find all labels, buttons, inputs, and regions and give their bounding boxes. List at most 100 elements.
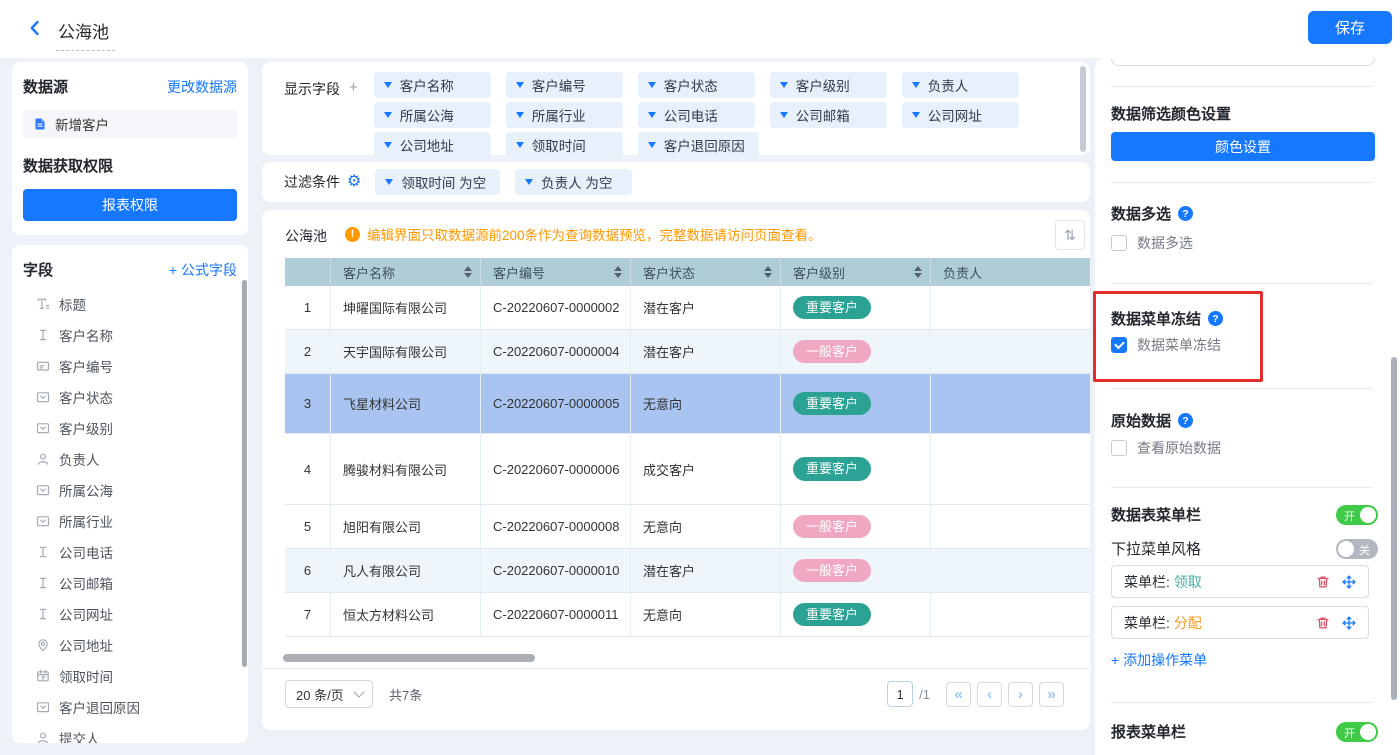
- filter-condition-chip[interactable]: 负责人 为空: [515, 169, 632, 195]
- column-header[interactable]: 客户编号: [481, 258, 631, 286]
- display-field-chip[interactable]: 客户退回原因: [638, 132, 759, 158]
- action-menu-item[interactable]: 菜单栏: 领取: [1111, 565, 1369, 598]
- sort-arrows-icon[interactable]: [464, 266, 472, 278]
- table-row[interactable]: 3飞星材料公司C-20220607-0000005无意向重要客户: [285, 374, 1090, 434]
- field-item[interactable]: 标题: [23, 288, 237, 319]
- field-item[interactable]: 客户状态: [23, 381, 237, 412]
- cell-customer-name: 恒太方材料公司: [331, 593, 481, 636]
- help-icon[interactable]: [1178, 413, 1193, 428]
- trash-icon[interactable]: [1316, 616, 1330, 630]
- datasource-item[interactable]: 新增客户: [23, 110, 237, 138]
- display-field-chip[interactable]: 公司网址: [902, 102, 1019, 128]
- display-field-chip[interactable]: 所属行业: [506, 102, 623, 128]
- add-action-menu-link[interactable]: + 添加操作菜单: [1111, 650, 1207, 670]
- table-row[interactable]: 6凡人有限公司C-20220607-0000010潜在客户一般客户: [285, 549, 1090, 593]
- move-icon[interactable]: [1342, 575, 1356, 589]
- middle-scrollbar[interactable]: [1080, 66, 1086, 152]
- last-page-button[interactable]: »: [1039, 682, 1064, 707]
- field-item[interactable]: 客户级别: [23, 412, 237, 443]
- prev-page-button[interactable]: ‹: [977, 682, 1002, 707]
- field-item[interactable]: 客户退回原因: [23, 691, 237, 722]
- sort-arrows-icon[interactable]: [614, 266, 622, 278]
- change-datasource-link[interactable]: 更改数据源: [167, 77, 237, 97]
- display-field-chip[interactable]: 公司邮箱: [770, 102, 887, 128]
- checkbox-checked[interactable]: [1111, 337, 1127, 353]
- next-page-icon: ›: [1018, 686, 1023, 703]
- help-icon[interactable]: [1178, 206, 1193, 221]
- display-field-chip[interactable]: 公司地址: [374, 132, 491, 158]
- add-formula-field-link[interactable]: + 公式字段: [169, 260, 237, 280]
- filter-condition-chip[interactable]: 领取时间 为空: [375, 169, 500, 195]
- fields-scrollbar[interactable]: [242, 280, 247, 667]
- field-item[interactable]: 所属行业: [23, 505, 237, 536]
- color-setting-button[interactable]: 颜色设置: [1111, 132, 1375, 161]
- sort-arrows-icon[interactable]: [764, 266, 772, 278]
- sort-arrows-icon[interactable]: [914, 266, 922, 278]
- gear-icon[interactable]: ⚙: [347, 174, 361, 190]
- display-field-chip[interactable]: 负责人: [902, 72, 1019, 98]
- field-item[interactable]: 公司地址: [23, 629, 237, 660]
- table-row[interactable]: 7恒太方材料公司C-20220607-0000011无意向重要客户: [285, 593, 1090, 637]
- checkbox-unchecked[interactable]: [1111, 235, 1127, 251]
- field-item[interactable]: 提交人: [23, 722, 237, 743]
- display-field-chip[interactable]: 客户状态: [638, 72, 755, 98]
- current-page-input[interactable]: 1: [887, 681, 913, 707]
- field-item[interactable]: 所属公海: [23, 474, 237, 505]
- first-page-icon: «: [954, 686, 962, 703]
- display-field-chip[interactable]: 领取时间: [506, 132, 623, 158]
- page-scrollbar[interactable]: [1391, 357, 1397, 700]
- display-field-chip[interactable]: 客户级别: [770, 72, 887, 98]
- add-display-field-button[interactable]: +: [349, 79, 358, 145]
- table-horizontal-scrollbar[interactable]: [283, 654, 535, 662]
- menu-freeze-checkbox-row[interactable]: 数据菜单冻结: [1111, 335, 1221, 355]
- field-label: 客户级别: [59, 418, 113, 438]
- dropdown-style-row: 下拉菜单风格 关: [1111, 538, 1378, 559]
- column-header[interactable]: 客户名称: [331, 258, 481, 286]
- table-row[interactable]: 2天宇国际有限公司C-20220607-0000004潜在客户一般客户: [285, 330, 1090, 374]
- table-row[interactable]: 1坤曜国际有限公司C-20220607-0000002潜在客户重要客户: [285, 286, 1090, 330]
- trash-icon[interactable]: [1316, 575, 1330, 589]
- move-icon[interactable]: [1342, 616, 1356, 630]
- field-item[interactable]: 公司邮箱: [23, 567, 237, 598]
- back-icon[interactable]: [26, 19, 44, 37]
- column-header[interactable]: 负责人: [931, 258, 1090, 286]
- cell-customer-code: C-20220607-0000006: [481, 434, 631, 504]
- display-field-chip[interactable]: 公司电话: [638, 102, 755, 128]
- field-item[interactable]: 领取时间: [23, 660, 237, 691]
- chip-label: 公司地址: [400, 135, 454, 155]
- table-row[interactable]: 5旭阳有限公司C-20220607-0000008无意向一般客户: [285, 505, 1090, 549]
- field-item[interactable]: 负责人: [23, 443, 237, 474]
- id-icon: [35, 358, 50, 373]
- title-icon: [35, 296, 50, 311]
- dropdown-style-toggle[interactable]: 关: [1336, 539, 1378, 559]
- display-field-chip[interactable]: 所属公海: [374, 102, 491, 128]
- report-permission-button[interactable]: 报表权限: [23, 189, 237, 221]
- dropdown-style-label: 下拉菜单风格: [1111, 538, 1201, 559]
- multi-select-checkbox-row[interactable]: 数据多选: [1111, 233, 1193, 253]
- page-size-select[interactable]: 20 条/页: [285, 680, 373, 708]
- next-page-button[interactable]: ›: [1008, 682, 1033, 707]
- display-field-chip[interactable]: 客户名称: [374, 72, 491, 98]
- truncated-input[interactable]: [1111, 58, 1375, 66]
- cell-customer-code: C-20220607-0000008: [481, 505, 631, 548]
- page-title[interactable]: 公海池: [56, 16, 115, 51]
- field-item[interactable]: 客户编号: [23, 350, 237, 381]
- text-icon: [35, 575, 50, 590]
- table-row[interactable]: 4腾骏材料有限公司C-20220607-0000006成交客户重要客户: [285, 434, 1090, 505]
- checkbox-unchecked[interactable]: [1111, 440, 1127, 456]
- first-page-button[interactable]: «: [946, 682, 971, 707]
- save-button[interactable]: 保存: [1308, 11, 1392, 44]
- action-menu-item[interactable]: 菜单栏: 分配: [1111, 606, 1369, 639]
- toggle-on-label: 开: [1344, 725, 1355, 741]
- display-field-chip[interactable]: 客户编号: [506, 72, 623, 98]
- table-menu-toggle[interactable]: 开: [1336, 505, 1378, 525]
- column-header[interactable]: 客户状态: [631, 258, 781, 286]
- field-item[interactable]: 公司网址: [23, 598, 237, 629]
- report-menu-toggle[interactable]: 开: [1336, 722, 1378, 742]
- help-icon[interactable]: [1208, 311, 1223, 326]
- raw-data-checkbox-row[interactable]: 查看原始数据: [1111, 438, 1221, 458]
- field-item[interactable]: 公司电话: [23, 536, 237, 567]
- sort-order-button[interactable]: ⇅: [1055, 220, 1085, 250]
- column-header[interactable]: 客户级别: [781, 258, 931, 286]
- field-item[interactable]: 客户名称: [23, 319, 237, 350]
